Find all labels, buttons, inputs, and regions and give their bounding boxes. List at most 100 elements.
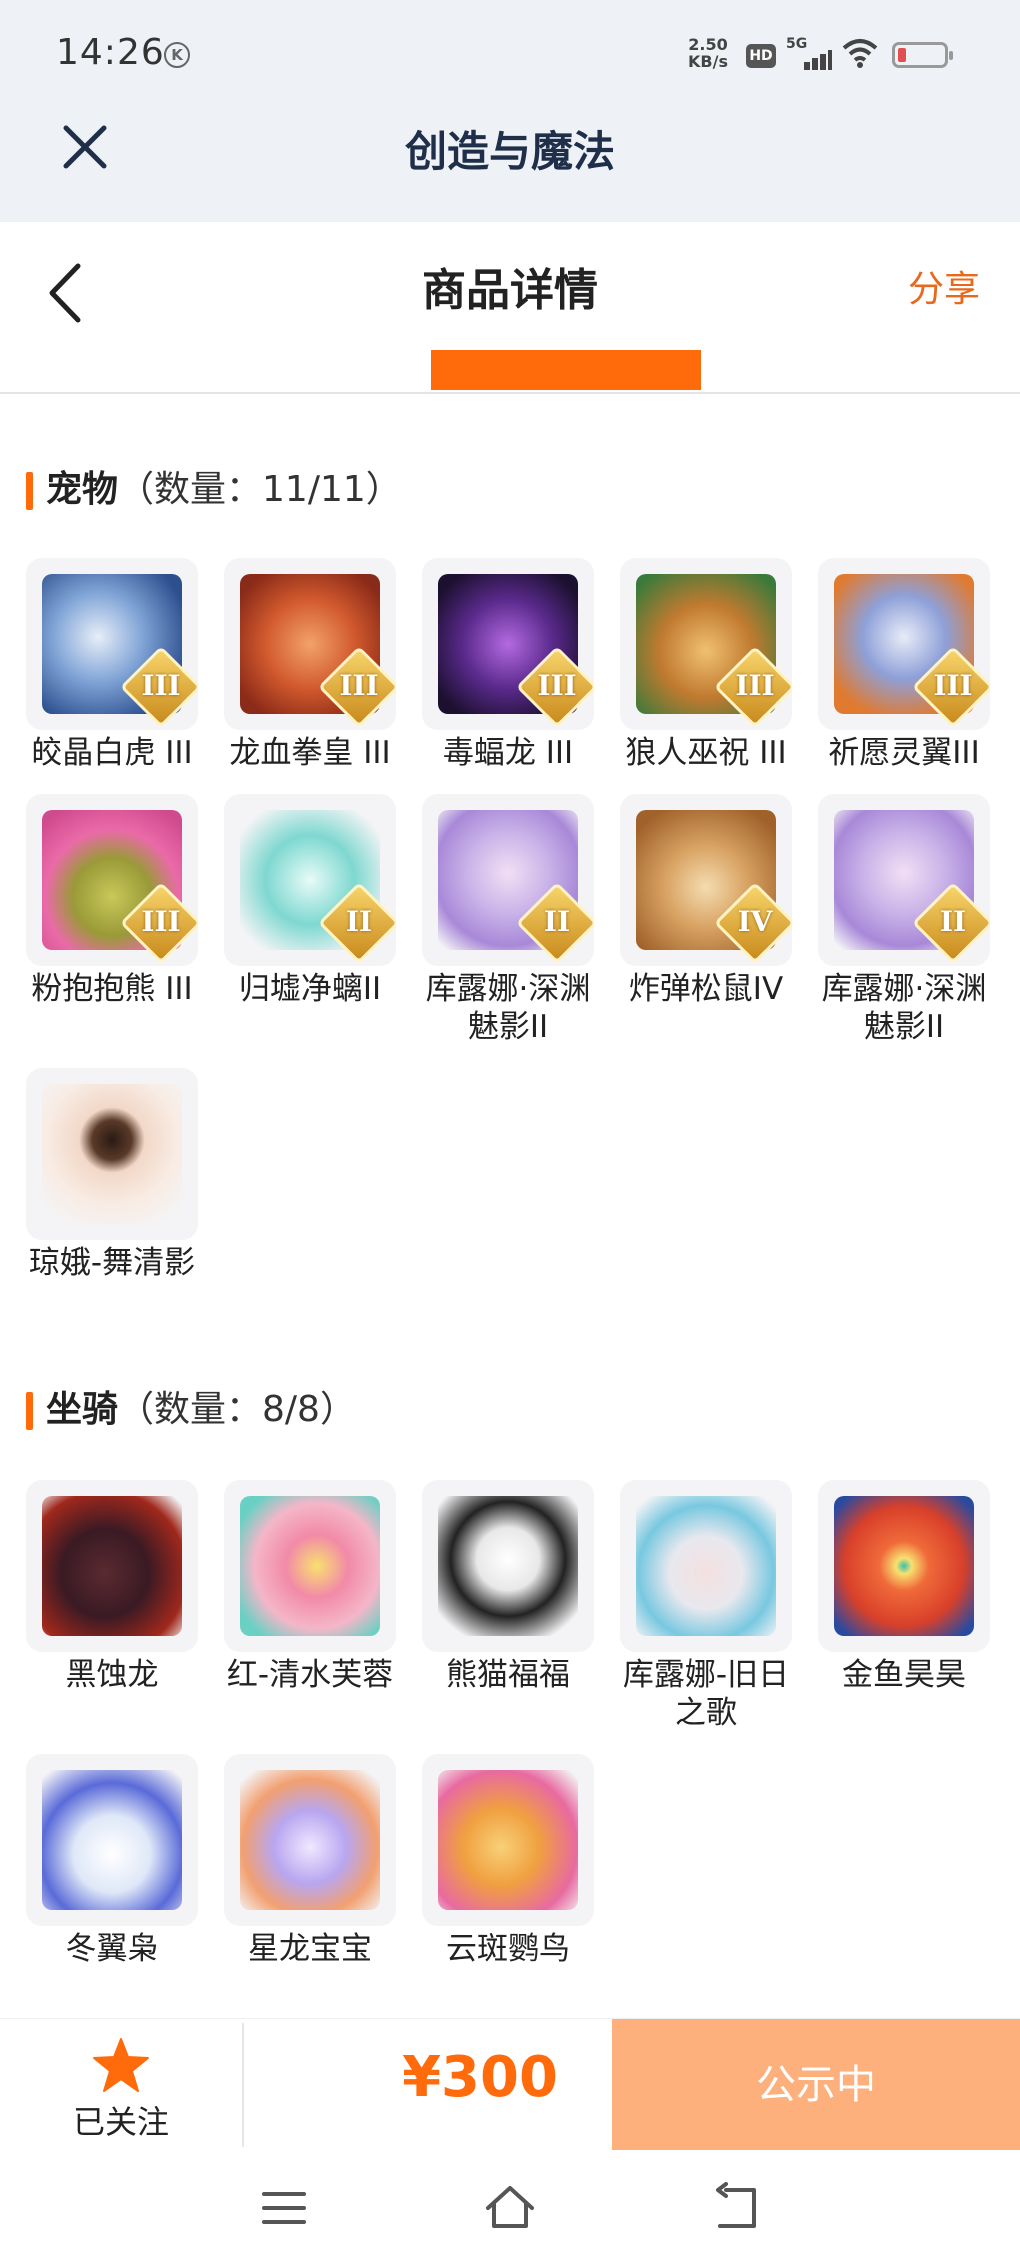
menu-icon[interactable] bbox=[258, 2182, 310, 2234]
signal-bar bbox=[828, 50, 832, 70]
tier-label: II bbox=[939, 905, 967, 938]
follow-label: 已关注 bbox=[72, 2103, 169, 2141]
tier-label: III bbox=[339, 669, 379, 702]
mount-item[interactable]: 黑蚀龙 bbox=[26, 1480, 198, 1694]
mount-thumbnail bbox=[422, 1754, 594, 1926]
mount-item[interactable]: 金鱼昊昊 bbox=[818, 1480, 990, 1694]
mount-item[interactable]: 星龙宝宝 bbox=[224, 1754, 396, 1968]
pet-item[interactable]: II 库露娜·深渊魅影II bbox=[422, 794, 594, 1046]
pet-item[interactable]: III 皎晶白虎 III bbox=[26, 558, 198, 772]
tier-label: III bbox=[537, 669, 577, 702]
cloud-parrot-image bbox=[438, 1770, 578, 1910]
network-speed-unit: KB/s bbox=[688, 52, 728, 71]
pet-item[interactable]: IV 炸弹松鼠IV bbox=[620, 794, 792, 1008]
pet-label: 归墟净螭II bbox=[238, 971, 382, 1007]
signal-bar bbox=[804, 62, 810, 70]
pets-grid: III 皎晶白虎 III III 龙血拳皇 III III 毒蝠龙 III II… bbox=[26, 558, 996, 1318]
mount-thumbnail bbox=[818, 1480, 990, 1652]
bottom-action-bar: 已关注 ¥300 公示中 bbox=[0, 2018, 1020, 2151]
pet-item[interactable]: III 粉抱抱熊 III bbox=[26, 794, 198, 1008]
home-icon[interactable] bbox=[484, 2182, 536, 2234]
mount-label: 冬翼枭 bbox=[65, 1931, 159, 1967]
mount-item[interactable]: 红-清水芙蓉 bbox=[224, 1480, 396, 1694]
section-name: 坐骑 bbox=[46, 1389, 119, 1430]
mount-item[interactable]: 熊猫福福 bbox=[422, 1480, 594, 1694]
public-status-button[interactable]: 公示中 bbox=[612, 2019, 1020, 2151]
network-speed: 2.50 KB/s bbox=[688, 36, 728, 70]
panda-image bbox=[438, 1496, 578, 1636]
tier-label: II bbox=[345, 905, 373, 938]
pet-label: 皎晶白虎 III bbox=[31, 735, 193, 771]
tier-label: III bbox=[141, 669, 181, 702]
pet-thumbnail: II bbox=[818, 794, 990, 966]
mount-thumbnail bbox=[422, 1480, 594, 1652]
pet-label: 炸弹松鼠IV bbox=[628, 971, 784, 1007]
pet-label: 毒蝠龙 III bbox=[442, 735, 574, 771]
pet-item[interactable]: II 库露娜·深渊魅影II bbox=[818, 794, 990, 1046]
mount-label: 熊猫福福 bbox=[446, 1657, 570, 1693]
mount-item[interactable]: 冬翼枭 bbox=[26, 1754, 198, 1968]
star-icon bbox=[93, 2038, 149, 2092]
mount-label: 红-清水芙蓉 bbox=[226, 1657, 394, 1693]
tier-label: III bbox=[141, 905, 181, 938]
pet-thumbnail: III bbox=[224, 558, 396, 730]
pet-item[interactable]: II 归墟净螭II bbox=[224, 794, 396, 1008]
hd-icon: HD bbox=[746, 44, 776, 68]
pet-label: 粉抱抱熊 III bbox=[31, 971, 193, 1007]
network-speed-value: 2.50 bbox=[688, 35, 728, 54]
pet-item[interactable]: III 狼人巫祝 III bbox=[620, 558, 792, 772]
pet-label: 琼娥-舞清影 bbox=[28, 1245, 196, 1281]
winter-owl-image bbox=[42, 1770, 182, 1910]
pet-item[interactable]: III 龙血拳皇 III bbox=[224, 558, 396, 772]
k-badge-icon: K bbox=[164, 42, 190, 68]
pet-thumbnail: II bbox=[422, 794, 594, 966]
section-title-mounts: 坐骑（数量：8/8） bbox=[26, 1386, 356, 1434]
goldfish-image bbox=[834, 1496, 974, 1636]
pet-thumbnail: III bbox=[818, 558, 990, 730]
mount-item[interactable]: 库露娜-旧日之歌 bbox=[620, 1480, 792, 1732]
pet-label: 龙血拳皇 III bbox=[229, 735, 391, 771]
page-title: 商品详情 bbox=[422, 265, 598, 316]
app-title: 创造与魔法 bbox=[404, 127, 615, 176]
mount-label: 星龙宝宝 bbox=[248, 1931, 372, 1967]
mount-thumbnail bbox=[26, 1754, 198, 1926]
pet-thumbnail: III bbox=[620, 558, 792, 730]
mount-label: 云斑鹦鸟 bbox=[446, 1931, 570, 1967]
mount-item[interactable]: 云斑鹦鸟 bbox=[422, 1754, 594, 1968]
back-icon[interactable] bbox=[712, 2182, 764, 2234]
pet-label: 库露娜·深渊魅影II bbox=[821, 971, 987, 1045]
mount-thumbnail bbox=[224, 1480, 396, 1652]
star-dragon-baby-image bbox=[240, 1770, 380, 1910]
pet-label: 祈愿灵翼III bbox=[828, 735, 980, 771]
section-count: （数量：11/11） bbox=[118, 469, 402, 510]
tier-label: II bbox=[543, 905, 571, 938]
header-divider bbox=[0, 392, 1020, 394]
pet-thumbnail: III bbox=[26, 558, 198, 730]
pet-thumbnail: IV bbox=[620, 794, 792, 966]
pet-thumbnail: II bbox=[224, 794, 396, 966]
section-name: 宠物 bbox=[46, 469, 119, 510]
pet-thumbnail: III bbox=[422, 558, 594, 730]
mount-thumbnail bbox=[26, 1480, 198, 1652]
mounts-grid: 黑蚀龙 红-清水芙蓉 熊猫福福 库露娜-旧日之歌 金鱼昊昊 冬翼枭 星龙宝宝 云… bbox=[26, 1480, 996, 1967]
follow-button[interactable]: 已关注 bbox=[0, 2019, 242, 2151]
status-bar: 14:26 K 2.50 KB/s HD 5G bbox=[0, 0, 1020, 110]
kuluna-old-song-image bbox=[636, 1496, 776, 1636]
section-title-pets: 宠物（数量：11/11） bbox=[26, 466, 402, 514]
top-area: 14:26 K 2.50 KB/s HD 5G 创造与魔法 bbox=[0, 0, 1020, 222]
pet-item[interactable]: 琼娥-舞清影 bbox=[26, 1068, 198, 1282]
signal-bar bbox=[820, 54, 826, 70]
qiong-e-image bbox=[42, 1084, 182, 1224]
share-button[interactable]: 分享 bbox=[908, 260, 980, 312]
pet-item[interactable]: III 祈愿灵翼III bbox=[818, 558, 990, 772]
mount-thumbnail bbox=[224, 1754, 396, 1926]
tab-indicator bbox=[431, 350, 701, 390]
pet-item[interactable]: III 毒蝠龙 III bbox=[422, 558, 594, 772]
bar-divider bbox=[242, 2023, 244, 2147]
pet-thumbnail: III bbox=[26, 794, 198, 966]
price: ¥300 bbox=[402, 2045, 558, 2110]
tier-label: IV bbox=[737, 905, 773, 938]
pet-label: 狼人巫祝 III bbox=[625, 735, 787, 771]
pet-thumbnail bbox=[26, 1068, 198, 1240]
mount-label: 金鱼昊昊 bbox=[842, 1657, 966, 1693]
